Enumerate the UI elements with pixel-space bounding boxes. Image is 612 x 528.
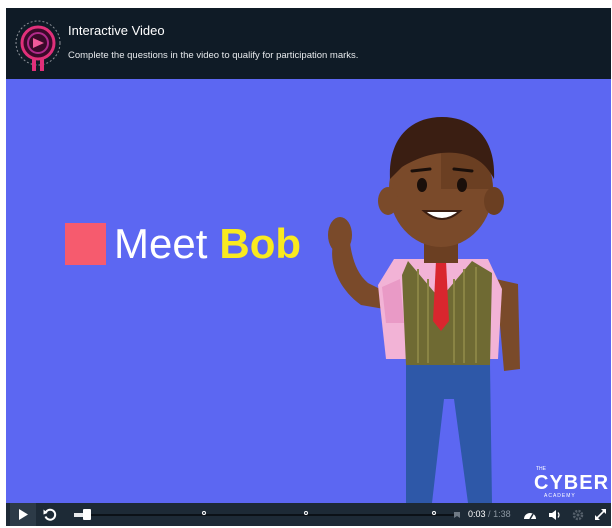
header-bar: Interactive Video Complete the questions… bbox=[6, 8, 611, 79]
playback-rate-button[interactable] bbox=[522, 507, 538, 522]
fullscreen-button[interactable] bbox=[592, 507, 608, 522]
video-caption: Meet Bob bbox=[65, 223, 301, 265]
rewind-button[interactable] bbox=[38, 503, 62, 526]
seek-bar[interactable] bbox=[74, 511, 458, 516]
time-separator: / bbox=[488, 509, 491, 519]
play-icon bbox=[19, 509, 28, 520]
settings-icon bbox=[572, 509, 584, 520]
time-display: 0:03 / 1:38 bbox=[468, 509, 511, 519]
cyber-academy-logo: THE CYBER ACADEMY bbox=[534, 466, 609, 499]
bookmark-icon[interactable] bbox=[453, 511, 461, 519]
settings-button[interactable] bbox=[570, 507, 586, 522]
caption-square bbox=[65, 223, 106, 265]
rewind-icon bbox=[43, 508, 57, 521]
interaction-marker[interactable] bbox=[202, 511, 206, 515]
h5p-logo-icon bbox=[15, 20, 61, 71]
fullscreen-icon bbox=[594, 509, 606, 520]
bob-character-illustration bbox=[328, 117, 520, 503]
video-area[interactable]: Meet Bob THE CYBER ACADEMY bbox=[6, 79, 611, 503]
volume-button[interactable] bbox=[547, 507, 563, 522]
page-title: Interactive Video bbox=[68, 23, 165, 38]
interactive-video-player: Interactive Video Complete the questions… bbox=[6, 8, 611, 526]
playback-rate-icon bbox=[524, 512, 536, 519]
brand-sub-text: ACADEMY bbox=[544, 493, 576, 499]
play-button[interactable] bbox=[10, 503, 36, 526]
page-subtitle: Complete the questions in the video to q… bbox=[68, 50, 359, 61]
brand-main-text: CYBER bbox=[534, 472, 609, 494]
interaction-marker[interactable] bbox=[304, 511, 308, 515]
caption-name: Bob bbox=[219, 220, 302, 267]
volume-icon bbox=[549, 509, 560, 520]
interaction-marker[interactable] bbox=[432, 511, 436, 515]
seek-handle[interactable] bbox=[83, 509, 91, 520]
video-controls-bar: 0:03 / 1:38 bbox=[6, 503, 611, 526]
caption-word: Meet bbox=[114, 220, 208, 267]
duration: 1:38 bbox=[493, 509, 511, 519]
current-time: 0:03 bbox=[468, 509, 486, 519]
